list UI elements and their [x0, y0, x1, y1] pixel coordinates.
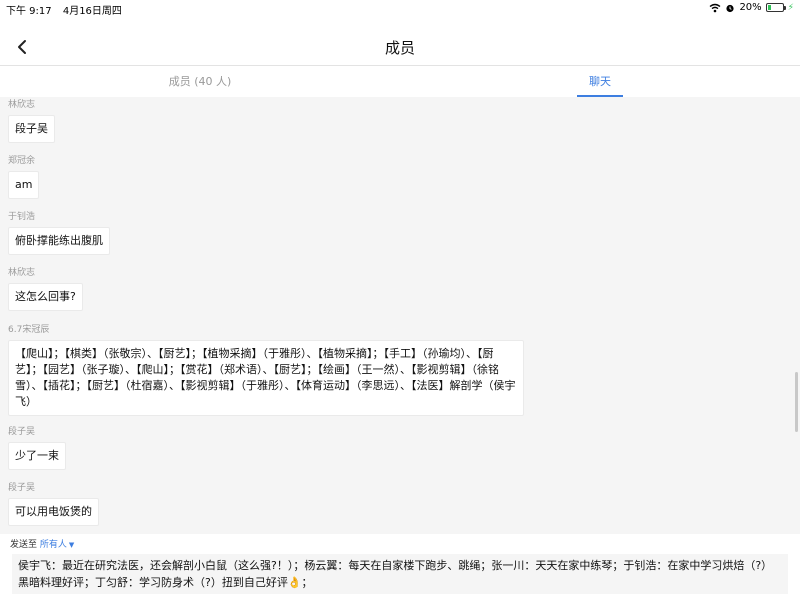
send-to-selector: 发送至 所有人 ▼ — [10, 537, 74, 550]
send-to-label: 发送至 — [10, 540, 38, 550]
message-item: 于钊浩 俯卧撑能练出腹肌 — [8, 209, 110, 255]
message-bubble[interactable]: 可以用电饭煲的 — [8, 498, 99, 526]
scrollbar-thumb[interactable] — [795, 372, 798, 432]
battery-icon — [765, 3, 786, 12]
message-item: 6.7宋冠辰 【爬山】；【棋类】（张敬宗）、【厨艺】；【植物采摘】（于雅彤）、【… — [8, 322, 524, 416]
message-bubble[interactable]: am — [8, 171, 40, 199]
status-left: 下午 9:17 4月16日周四 — [6, 2, 130, 17]
message-input[interactable]: 侯宇飞：最近在研究法医，还会解剖小白鼠（这么强?！）；杨云翼：每天在自家楼下跑步… — [12, 554, 788, 594]
status-right: 20% ⚡ — [709, 2, 794, 13]
message-composer: 发送至 所有人 ▼ 侯宇飞：最近在研究法医，还会解剖小白鼠（这么强?！）；杨云翼：… — [0, 534, 800, 600]
status-time: 下午 9:17 — [6, 6, 52, 17]
charging-icon: ⚡ — [787, 2, 794, 13]
tab-members[interactable]: 成员 (40 人) — [0, 67, 400, 97]
message-bubble[interactable]: 俯卧撑能练出腹肌 — [8, 227, 110, 255]
status-date: 4月16日周四 — [62, 6, 122, 17]
send-to-target[interactable]: 所有人 — [40, 540, 67, 550]
message-bubble[interactable]: 少了一束 — [8, 442, 66, 470]
message-sender: 郑冠余 — [8, 156, 36, 166]
message-item: 林欣志 这怎么回事? — [8, 265, 83, 311]
message-sender: 6.7宋冠辰 — [8, 325, 50, 335]
tab-bar: 成员 (40 人) 聊天 — [0, 67, 800, 97]
message-sender: 段子吴 — [8, 483, 36, 493]
message-sender: 林欣志 — [8, 268, 36, 278]
message-item: 段子吴 少了一束 — [8, 424, 66, 470]
battery-percent: 20% — [739, 2, 762, 13]
wifi-icon — [710, 3, 721, 12]
message-sender: 林欣志 — [8, 100, 36, 110]
message-item: 段子吴 可以用电饭煲的 — [8, 480, 99, 526]
caret-down-icon[interactable]: ▼ — [69, 541, 74, 549]
message-bubble[interactable]: 【爬山】；【棋类】（张敬宗）、【厨艺】；【植物采摘】（于雅彤）、【植物采摘】；【… — [8, 340, 524, 416]
battery-fill — [767, 5, 771, 10]
status-bar: 下午 9:17 4月16日周四 20% ⚡ — [0, 0, 800, 18]
message-bubble[interactable]: 这怎么回事? — [8, 283, 83, 311]
tab-chat[interactable]: 聊天 — [400, 67, 800, 97]
alarm-icon — [726, 4, 735, 12]
message-sender: 段子吴 — [8, 427, 36, 437]
message-bubble[interactable]: 段子吴 — [8, 115, 55, 143]
chat-message-list[interactable]: 林欣志 段子吴 郑冠余 am 于钊浩 俯卧撑能练出腹肌 林欣志 这怎么回事? 6… — [0, 97, 800, 543]
page-title: 成员 — [384, 39, 415, 57]
message-item: 林欣志 段子吴 — [8, 97, 55, 143]
message-sender: 于钊浩 — [8, 212, 36, 222]
message-item: 郑冠余 am — [8, 153, 40, 199]
nav-bar: 成员 — [0, 28, 800, 66]
